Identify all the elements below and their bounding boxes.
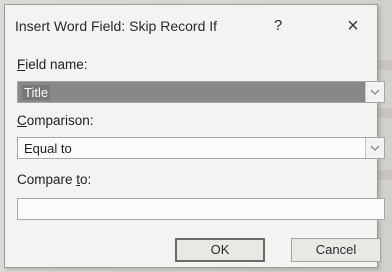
field-name-dropdown[interactable]: Title — [17, 81, 385, 103]
title-bar: Insert Word Field: Skip Record If ? × — [5, 5, 377, 45]
compare-to-label: Compare to: — [17, 172, 91, 187]
compare-to-input[interactable] — [17, 198, 385, 220]
comparison-dropdown[interactable]: Equal to — [17, 137, 385, 159]
cancel-button[interactable]: Cancel — [291, 238, 381, 262]
dialog-title: Insert Word Field: Skip Record If — [15, 18, 218, 34]
comparison-value: Equal to — [24, 141, 72, 156]
field-name-label: Field name: — [17, 57, 88, 72]
skip-record-if-dialog: Insert Word Field: Skip Record If ? × Fi… — [4, 4, 385, 268]
comparison-access-key: C — [17, 113, 27, 128]
field-name-label-text: ield name: — [25, 57, 88, 72]
chevron-down-icon[interactable] — [365, 82, 384, 102]
chevron-down-icon[interactable] — [365, 138, 384, 158]
compare-to-label-start: Compare — [17, 172, 77, 187]
close-button[interactable]: × — [339, 13, 367, 39]
ok-button[interactable]: OK — [175, 238, 265, 262]
comparison-label: Comparison: — [17, 113, 94, 128]
compare-to-label-text: o: — [80, 172, 92, 187]
field-name-access-key: F — [17, 57, 26, 72]
field-name-value: Title — [22, 85, 51, 100]
comparison-label-text: omparison: — [26, 113, 94, 128]
help-button[interactable]: ? — [265, 15, 291, 37]
